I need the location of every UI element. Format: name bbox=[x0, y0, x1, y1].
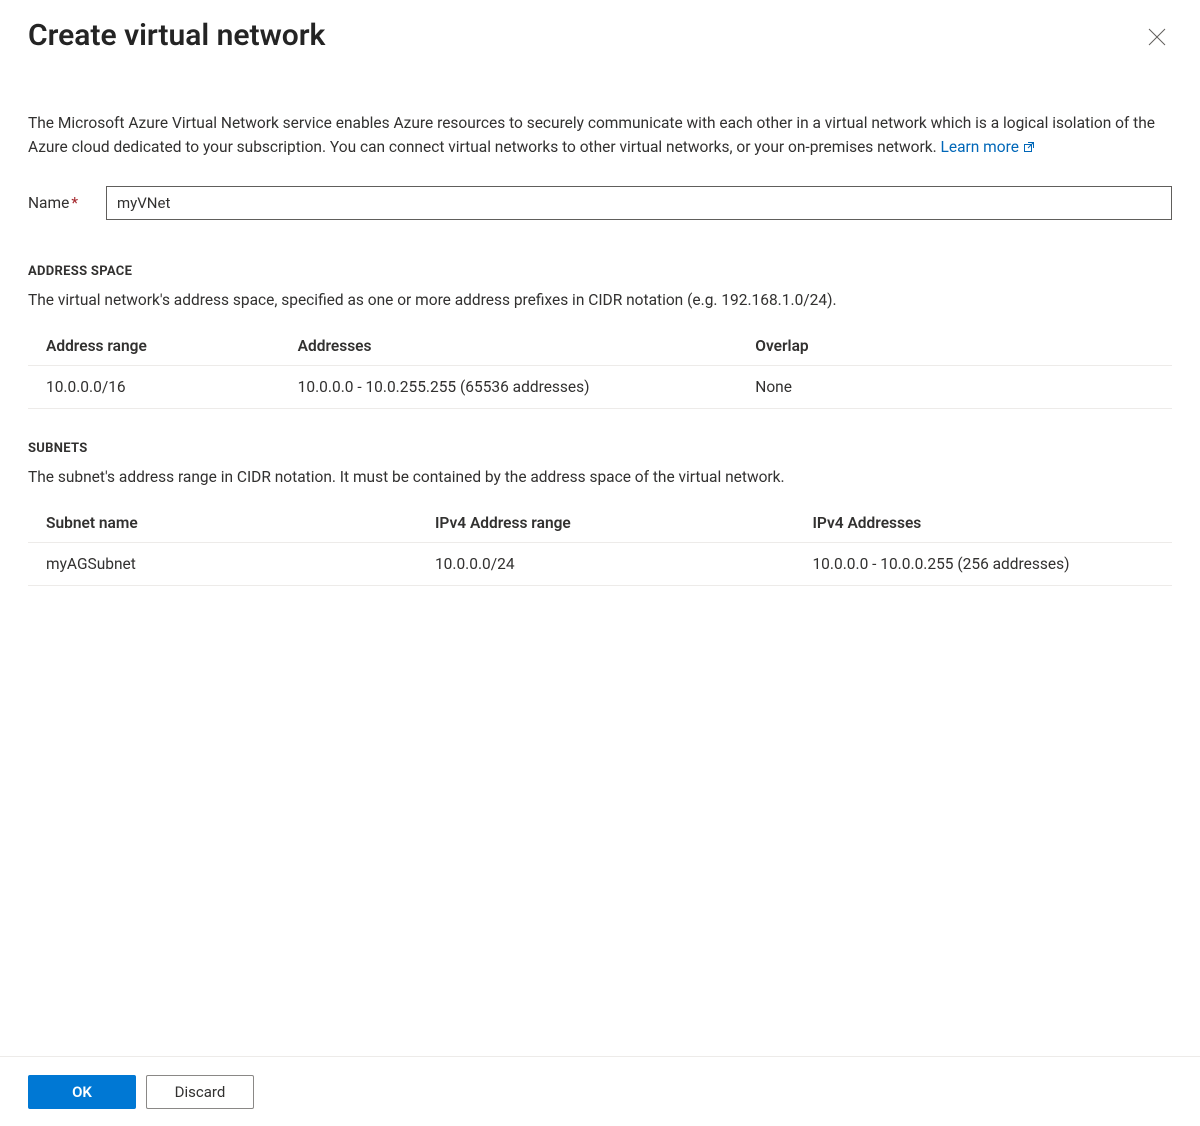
table-row[interactable]: 10.0.0.0/16 10.0.0.0 - 10.0.255.255 (655… bbox=[28, 366, 1172, 409]
address-space-description: The virtual network's address space, spe… bbox=[28, 291, 1172, 309]
footer-bar: OK Discard bbox=[0, 1056, 1200, 1126]
close-icon[interactable] bbox=[1142, 22, 1172, 52]
page-title: Create virtual network bbox=[28, 18, 325, 53]
required-star-icon: * bbox=[71, 194, 78, 212]
ok-button[interactable]: OK bbox=[28, 1075, 136, 1109]
learn-more-label: Learn more bbox=[941, 138, 1019, 156]
cell-address-range: 10.0.0.0/16 bbox=[28, 366, 280, 409]
col-ipv4-range: IPv4 Address range bbox=[417, 504, 795, 543]
intro-text: The Microsoft Azure Virtual Network serv… bbox=[28, 111, 1172, 160]
subnets-table: Subnet name IPv4 Address range IPv4 Addr… bbox=[28, 504, 1172, 586]
learn-more-link[interactable]: Learn more bbox=[941, 138, 1035, 156]
col-overlap: Overlap bbox=[737, 327, 1172, 366]
cell-ipv4-addresses: 10.0.0.0 - 10.0.0.255 (256 addresses) bbox=[794, 543, 1172, 586]
name-label: Name* bbox=[28, 194, 106, 212]
discard-button[interactable]: Discard bbox=[146, 1075, 254, 1109]
cell-subnet-name: myAGSubnet bbox=[28, 543, 417, 586]
col-address-range: Address range bbox=[28, 327, 280, 366]
col-ipv4-addresses: IPv4 Addresses bbox=[794, 504, 1172, 543]
cell-addresses: 10.0.0.0 - 10.0.255.255 (65536 addresses… bbox=[280, 366, 738, 409]
table-row[interactable]: myAGSubnet 10.0.0.0/24 10.0.0.0 - 10.0.0… bbox=[28, 543, 1172, 586]
address-space-table: Address range Addresses Overlap 10.0.0.0… bbox=[28, 327, 1172, 409]
name-input[interactable] bbox=[106, 186, 1172, 220]
col-addresses: Addresses bbox=[280, 327, 738, 366]
name-label-text: Name bbox=[28, 194, 69, 212]
subnets-heading: SUBNETS bbox=[28, 441, 1172, 456]
cell-overlap: None bbox=[737, 366, 1172, 409]
external-link-icon bbox=[1023, 136, 1035, 160]
cell-ipv4-range: 10.0.0.0/24 bbox=[417, 543, 795, 586]
col-subnet-name: Subnet name bbox=[28, 504, 417, 543]
address-space-heading: ADDRESS SPACE bbox=[28, 264, 1172, 279]
subnets-description: The subnet's address range in CIDR notat… bbox=[28, 468, 1172, 486]
